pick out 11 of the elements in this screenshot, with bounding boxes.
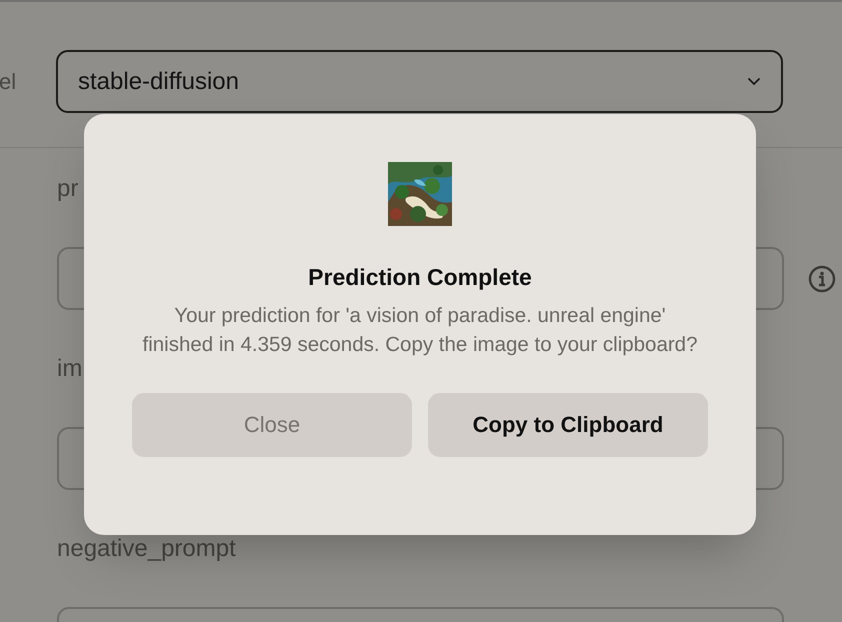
close-button[interactable]: Close <box>132 392 412 456</box>
chevron-down-icon <box>747 77 761 86</box>
copy-button[interactable]: Copy to Clipboard <box>428 392 708 456</box>
dialog-title: Prediction Complete <box>308 263 532 292</box>
field-label: negative_prompt <box>57 534 236 564</box>
dialog-message: Your prediction for 'a vision of paradise. unreal engine' finished in 4.359 seconds. Copy the image to your clipboard? <box>142 302 698 358</box>
field-label: im <box>57 354 82 384</box>
field-label: pr <box>57 174 78 204</box>
info-icon[interactable] <box>808 264 836 292</box>
field-label: el <box>0 68 18 96</box>
model-select[interactable]: stable-diffusion <box>56 50 783 113</box>
